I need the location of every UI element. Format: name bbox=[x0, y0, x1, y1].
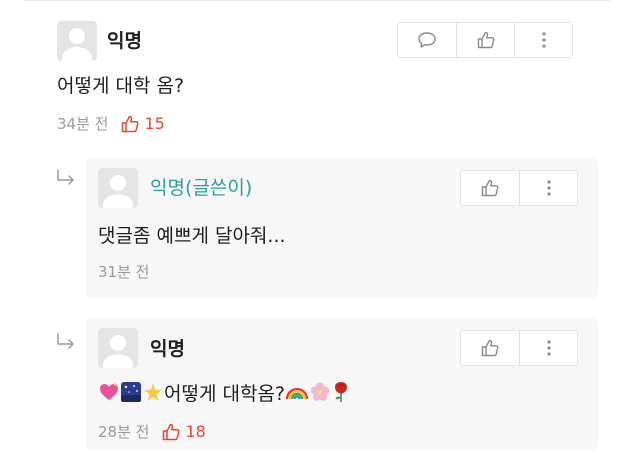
more-vertical-icon bbox=[546, 180, 551, 196]
thumbs-up-icon bbox=[477, 31, 494, 49]
more-button[interactable] bbox=[514, 23, 572, 57]
night-sky-emoji bbox=[121, 382, 141, 402]
comment-actions bbox=[397, 22, 573, 58]
like-button[interactable] bbox=[456, 23, 514, 57]
reply-meta: 28분 전 18 bbox=[98, 422, 206, 442]
thumbs-up-icon bbox=[120, 114, 140, 134]
comment-meta: 34분 전 15 bbox=[57, 114, 165, 134]
like-button[interactable] bbox=[461, 331, 519, 365]
avatar-placeholder-icon bbox=[98, 168, 138, 208]
reply-actions bbox=[460, 330, 578, 366]
more-vertical-icon bbox=[546, 340, 551, 356]
avatar-placeholder-icon bbox=[98, 328, 138, 368]
reply-time: 28분 전 bbox=[98, 423, 150, 441]
comment-time: 34분 전 bbox=[57, 115, 109, 133]
reply-meta: 31분 전 bbox=[98, 262, 161, 282]
reply-text: 댓글좀 예쁘게 달아줘... bbox=[98, 225, 286, 247]
reply-text: 어떻게 대학옴? bbox=[164, 383, 286, 405]
avatar-placeholder-icon bbox=[57, 21, 97, 61]
rainbow-emoji bbox=[285, 387, 309, 400]
top-divider bbox=[24, 0, 610, 1]
comment-icon bbox=[418, 32, 436, 48]
thumbs-up-icon bbox=[481, 339, 499, 357]
glowing-star-emoji bbox=[144, 383, 162, 401]
reply-time: 31분 전 bbox=[98, 263, 150, 281]
reply-arrow-icon bbox=[57, 333, 74, 349]
cherry-blossom-emoji bbox=[310, 382, 330, 401]
more-button[interactable] bbox=[519, 331, 577, 365]
reply-author-writer: 익명(글쓴이) bbox=[150, 177, 253, 199]
more-vertical-icon bbox=[541, 32, 546, 48]
comment-author: 익명 bbox=[107, 30, 142, 52]
like-button[interactable] bbox=[461, 171, 519, 205]
reply-text-line: 어떻게 대학옴? bbox=[98, 381, 351, 406]
comment-like-count: 15 bbox=[144, 114, 165, 133]
comment-text: 어떻게 대학 옴? bbox=[57, 75, 185, 97]
reply-button[interactable] bbox=[398, 23, 456, 57]
sparkling-heart-emoji bbox=[100, 382, 118, 400]
reply-arrow-icon bbox=[57, 169, 74, 185]
rose-emoji bbox=[335, 382, 348, 402]
more-button[interactable] bbox=[519, 171, 577, 205]
reply-author: 익명 bbox=[150, 338, 185, 360]
thumbs-up-icon bbox=[481, 179, 499, 197]
thumbs-up-icon bbox=[161, 422, 181, 442]
reply-actions bbox=[460, 170, 578, 206]
reply-like-count: 18 bbox=[185, 422, 206, 441]
